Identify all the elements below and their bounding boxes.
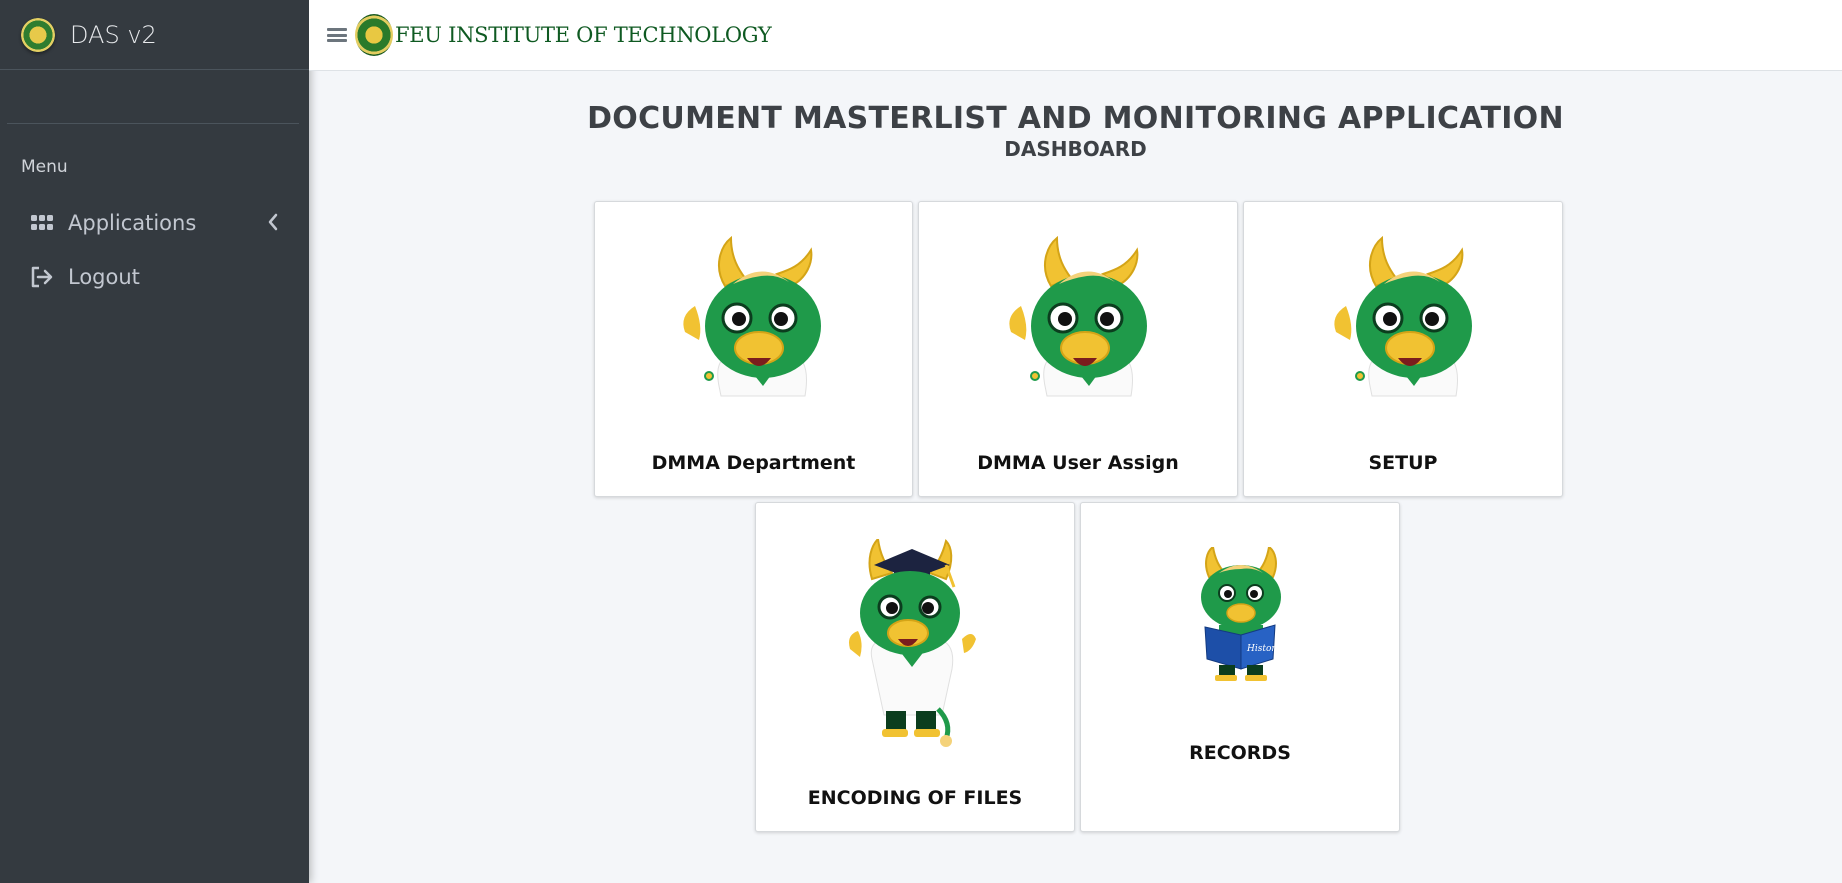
card-encoding-of-files[interactable]: ENCODING OF FILES — [755, 502, 1075, 832]
das-logo — [21, 17, 55, 52]
tamaraw-mascot-image — [1334, 236, 1472, 397]
main-content: DOCUMENT MASTERLIST AND MONITORING APPLI… — [309, 71, 1842, 883]
page-title: DOCUMENT MASTERLIST AND MONITORING APPLI… — [587, 101, 1564, 136]
page-subtitle: DASHBOARD — [1004, 137, 1147, 161]
sidebar-item-label: Applications — [68, 211, 197, 235]
card-dmma-user-assign[interactable]: DMMA User Assign — [918, 201, 1238, 497]
card-setup[interactable]: SETUP — [1243, 201, 1563, 497]
menu-header: Menu — [21, 157, 68, 177]
graduate-tamaraw-mascot-image — [849, 539, 976, 747]
sidebar-item-logout[interactable]: Logout — [0, 250, 309, 304]
sidebar: DAS v2 Menu Applications Logout — [0, 0, 309, 883]
user-panel — [7, 70, 299, 124]
top-navbar: FEU INSTITUTE OF TECHNOLOGY — [309, 0, 1842, 71]
card-label: DMMA User Assign — [977, 452, 1179, 474]
chevron-left-icon — [267, 212, 279, 236]
sidebar-item-applications[interactable]: Applications — [0, 196, 309, 250]
brand-text: DAS v2 — [70, 20, 157, 49]
card-label: DMMA Department — [651, 452, 856, 474]
apps-grid-icon — [30, 211, 54, 235]
tamaraw-mascot-image — [1009, 236, 1147, 397]
sidebar-item-label: Logout — [68, 265, 140, 289]
tamaraw-mascot-image — [683, 236, 821, 397]
hamburger-menu-icon[interactable] — [327, 25, 347, 45]
logout-icon — [30, 265, 54, 289]
reading-tamaraw-mascot-image: History — [1201, 547, 1282, 681]
svg-text:History: History — [1246, 644, 1282, 654]
feu-seal-logo — [355, 14, 393, 56]
card-dmma-department[interactable]: DMMA Department — [594, 201, 913, 497]
card-records[interactable]: History RECORDS — [1080, 502, 1400, 832]
card-label: ENCODING OF FILES — [807, 787, 1023, 809]
brand-link[interactable]: DAS v2 — [0, 0, 309, 70]
card-label: RECORDS — [1189, 742, 1291, 764]
institution-name: FEU INSTITUTE OF TECHNOLOGY — [395, 23, 772, 47]
card-label: SETUP — [1368, 452, 1438, 474]
